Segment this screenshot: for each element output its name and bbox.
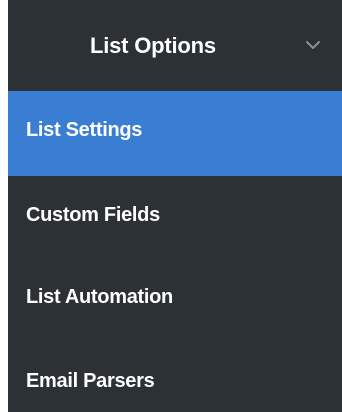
menu-item-list-settings[interactable]: List Settings [8, 91, 342, 176]
menu-title: List Options [90, 33, 216, 58]
menu-item-list-automation[interactable]: List Automation [8, 258, 342, 340]
menu-item-label: List Automation [26, 286, 173, 308]
list-options-header[interactable]: List Options [8, 0, 342, 91]
list-options-menu: List Options List Settings Custom Fields… [8, 0, 342, 412]
menu-item-label: Custom Fields [26, 204, 160, 226]
menu-item-custom-fields[interactable]: Custom Fields [8, 176, 342, 258]
chevron-down-icon[interactable] [304, 38, 322, 52]
menu-item-label: List Settings [26, 119, 143, 141]
menu-item-email-parsers[interactable]: Email Parsers [8, 340, 342, 412]
menu-item-label: Email Parsers [26, 370, 155, 392]
